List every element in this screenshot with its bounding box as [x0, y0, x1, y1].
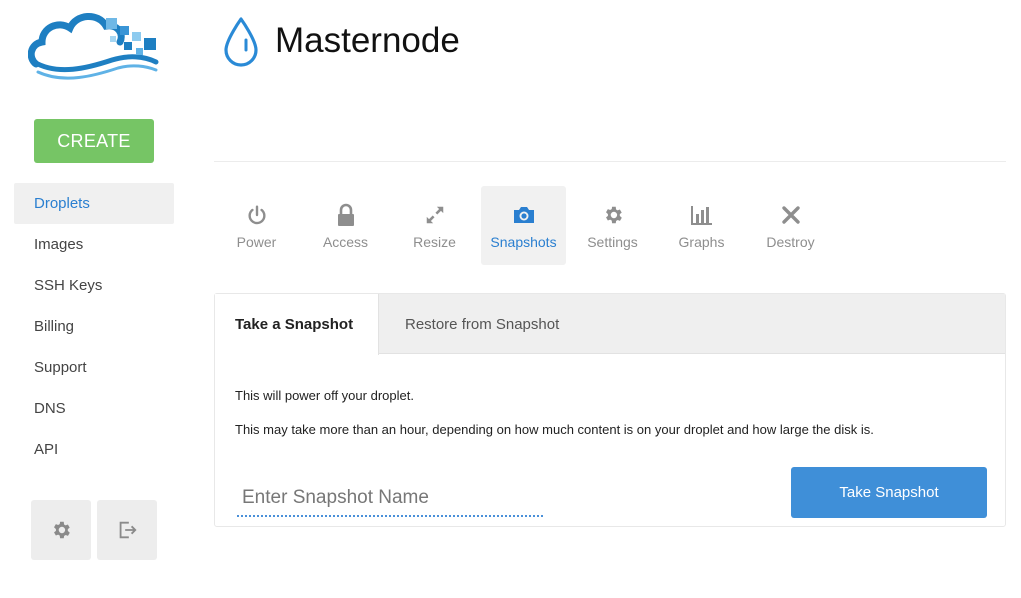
take-snapshot-button[interactable]: Take Snapshot [791, 467, 987, 518]
gear-icon [605, 206, 622, 223]
droplet-action-tabs: Power Access Resize Snapshots Settings G… [214, 186, 837, 265]
tab-label: Destroy [766, 233, 815, 250]
lock-icon [337, 203, 354, 226]
logout-icon [119, 521, 137, 539]
tab-power[interactable]: Power [214, 186, 299, 265]
create-button[interactable]: CREATE [34, 119, 154, 163]
tab-restore-from-snapshot[interactable]: Restore from Snapshot [405, 294, 559, 354]
tab-label: Power [236, 233, 277, 250]
logo[interactable] [27, 6, 162, 82]
logout-button[interactable] [97, 500, 157, 560]
sidebar-item-dns[interactable]: DNS [14, 388, 174, 429]
app-window: CREATE Droplets Images SSH Keys Billing … [0, 0, 1021, 598]
tab-label: Snapshots [490, 233, 557, 250]
snapshot-panel: Take a Snapshot Restore from Snapshot Th… [214, 293, 1006, 527]
power-icon [247, 205, 266, 224]
camera-icon [513, 206, 534, 223]
snapshot-tabbar: Take a Snapshot Restore from Snapshot [215, 294, 1005, 355]
tab-label: Access [322, 233, 369, 250]
tab-access[interactable]: Access [303, 186, 388, 265]
tab-snapshots[interactable]: Snapshots [481, 186, 566, 265]
sidebar-item-billing[interactable]: Billing [14, 306, 174, 347]
sidebar-item-images[interactable]: Images [14, 224, 174, 265]
tab-destroy[interactable]: Destroy [748, 186, 833, 265]
tab-settings[interactable]: Settings [570, 186, 655, 265]
resize-icon [426, 206, 443, 223]
page-title: Masternode [275, 21, 460, 60]
power-off-notice: This will power off your droplet. [235, 388, 414, 403]
close-icon [781, 205, 800, 224]
gear-icon [54, 521, 70, 539]
graph-icon [690, 205, 712, 225]
sidebar-item-api[interactable]: API [14, 429, 174, 470]
tab-label: Resize [413, 233, 456, 250]
droplet-icon [222, 16, 260, 68]
sidebar-item-ssh-keys[interactable]: SSH Keys [14, 265, 174, 306]
tab-resize[interactable]: Resize [392, 186, 477, 265]
header-divider [214, 161, 1006, 162]
tab-label: Settings [587, 233, 638, 250]
snapshot-name-input[interactable] [237, 481, 543, 517]
settings-button[interactable] [31, 500, 91, 560]
sidebar-item-droplets[interactable]: Droplets [14, 183, 174, 224]
tab-label: Graphs [678, 233, 725, 250]
sidebar-item-support[interactable]: Support [14, 347, 174, 388]
tab-graphs[interactable]: Graphs [659, 186, 744, 265]
sidebar-nav: Droplets Images SSH Keys Billing Support… [14, 183, 174, 470]
duration-notice: This may take more than an hour, dependi… [235, 422, 874, 437]
tab-take-snapshot[interactable]: Take a Snapshot [215, 294, 379, 355]
